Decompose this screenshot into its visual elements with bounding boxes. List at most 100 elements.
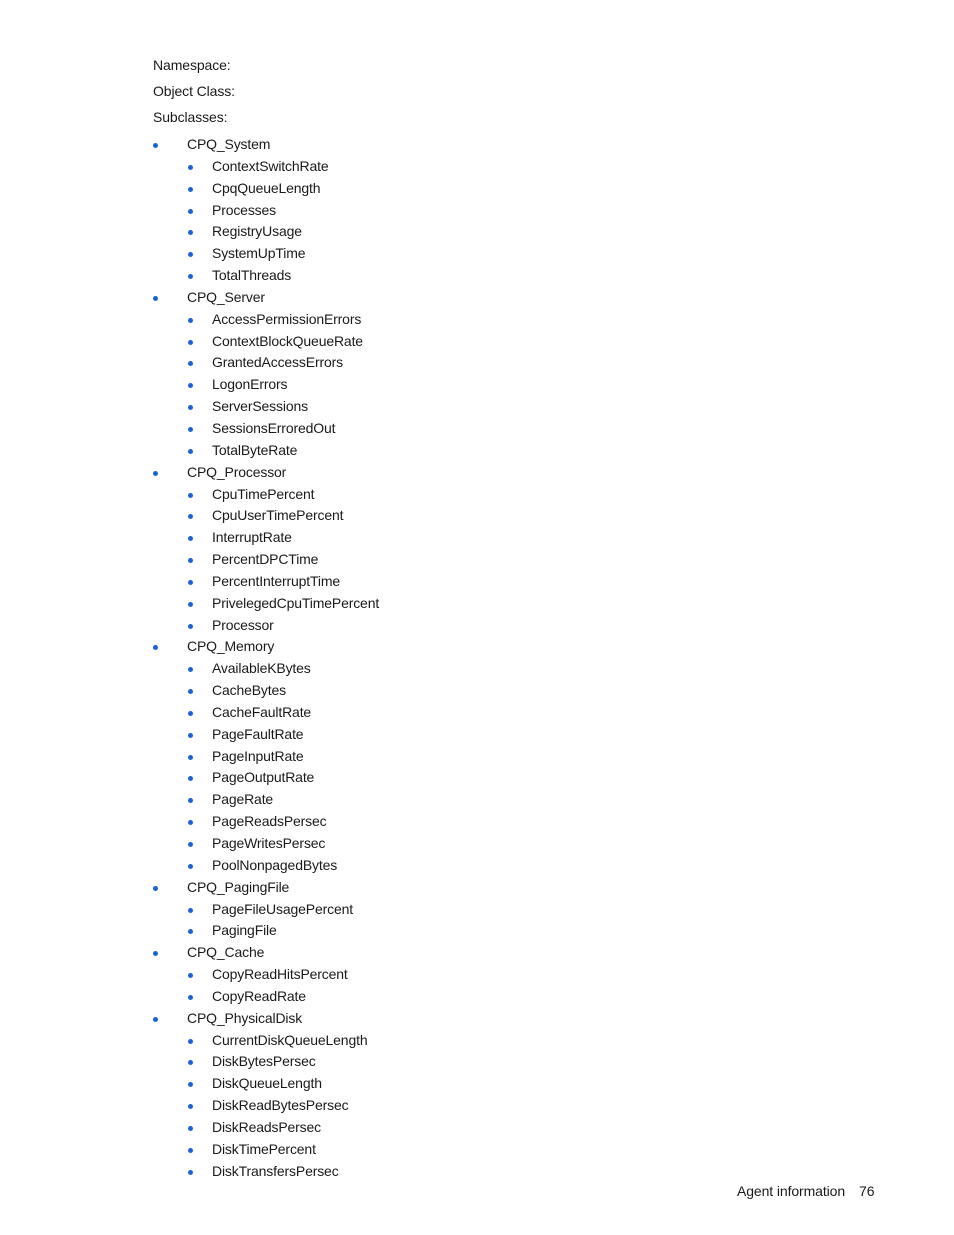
bullet-icon bbox=[188, 579, 193, 585]
bullet-icon bbox=[153, 1016, 158, 1022]
subclass-row: CPQ_Processor bbox=[0, 462, 954, 484]
bullet-icon bbox=[188, 186, 193, 192]
property-item: PoolNonpagedBytes bbox=[0, 855, 954, 877]
property-name: ServerSessions bbox=[212, 398, 308, 415]
property-item: CpuUserTimePercent bbox=[0, 505, 954, 527]
document-page: Namespace: Object Class: Subclasses: CPQ… bbox=[0, 0, 954, 1235]
property-item: SystemUpTime bbox=[0, 243, 954, 265]
property-item: PageInputRate bbox=[0, 746, 954, 768]
bullet-icon bbox=[153, 470, 158, 476]
property-item: Processes bbox=[0, 200, 954, 222]
property-list: ContextSwitchRate CpqQueueLength Processes… bbox=[0, 156, 954, 287]
property-name: DiskQueueLength bbox=[212, 1075, 322, 1092]
property-item: DiskTransfersPersec bbox=[0, 1161, 954, 1183]
bullet-icon bbox=[188, 601, 193, 607]
property-list: PageFileUsagePercent PagingFile bbox=[0, 899, 954, 943]
bullet-icon bbox=[188, 317, 193, 323]
property-item: SessionsErroredOut bbox=[0, 418, 954, 440]
subclass-name: CPQ_PagingFile bbox=[187, 878, 290, 895]
namespace-label: Namespace: bbox=[153, 57, 231, 73]
property-list: CopyReadHitsPercent CopyReadRate bbox=[0, 964, 954, 1008]
bullet-icon bbox=[188, 361, 193, 367]
subclass-name: CPQ_PhysicalDisk bbox=[187, 1009, 303, 1026]
property-name: CopyReadHitsPercent bbox=[212, 966, 348, 983]
property-name: ContextSwitchRate bbox=[212, 157, 329, 174]
property-item: GrantedAccessErrors bbox=[0, 352, 954, 374]
property-name: PageFaultRate bbox=[212, 725, 304, 742]
property-name: CpuTimePercent bbox=[212, 485, 315, 502]
bullet-icon bbox=[188, 689, 193, 695]
property-item: ServerSessions bbox=[0, 396, 954, 418]
bullet-icon bbox=[153, 143, 158, 148]
subclass-item: CPQ_PhysicalDisk CurrentDiskQueueLength Di… bbox=[0, 1008, 954, 1183]
bullet-icon bbox=[188, 1082, 193, 1088]
property-item: AccessPermissionErrors bbox=[0, 309, 954, 331]
property-name: PoolNonpagedBytes bbox=[212, 856, 338, 873]
bullet-icon bbox=[188, 863, 193, 869]
page-footer: Agent information 76 bbox=[737, 1182, 875, 1200]
property-name: SystemUpTime bbox=[212, 245, 306, 262]
property-name: CpqQueueLength bbox=[212, 179, 321, 196]
property-item: PrivelegedCpuTimePercent bbox=[0, 593, 954, 615]
property-item: AvailableKBytes bbox=[0, 658, 954, 680]
subclass-row: CPQ_Cache bbox=[0, 942, 954, 964]
bullet-icon bbox=[188, 1104, 193, 1110]
bullet-icon bbox=[153, 295, 158, 301]
bullet-icon bbox=[188, 820, 193, 826]
bullet-icon bbox=[188, 623, 193, 629]
property-item: CpqQueueLength bbox=[0, 178, 954, 200]
subclass-item: CPQ_PagingFile PageFileUsagePercent Paging… bbox=[0, 877, 954, 943]
bullet-icon bbox=[188, 1125, 193, 1131]
property-name: PageReadsPersec bbox=[212, 813, 327, 830]
property-item: PercentDPCTime bbox=[0, 549, 954, 571]
property-name: DiskTimePercent bbox=[212, 1140, 316, 1157]
bullet-icon bbox=[188, 1147, 193, 1153]
property-item: DiskReadBytesPersec bbox=[0, 1095, 954, 1117]
property-name: PageRate bbox=[212, 791, 274, 808]
property-name: PageOutputRate bbox=[212, 769, 315, 786]
bullet-icon bbox=[188, 536, 193, 542]
property-name: LogonErrors bbox=[212, 376, 288, 393]
bullet-icon bbox=[188, 667, 193, 673]
property-name: CacheFaultRate bbox=[212, 703, 312, 720]
property-name: PageFileUsagePercent bbox=[212, 900, 353, 917]
property-name: PageInputRate bbox=[212, 747, 304, 764]
property-item: PercentInterruptTime bbox=[0, 571, 954, 593]
subclass-item: CPQ_Cache CopyReadHitsPercent CopyReadRate bbox=[0, 942, 954, 1008]
property-name: Processor bbox=[212, 616, 274, 633]
property-item: CopyReadRate bbox=[0, 986, 954, 1008]
property-name: PercentInterruptTime bbox=[212, 572, 340, 589]
property-list: CpuTimePercent CpuUserTimePercent Interrup… bbox=[0, 484, 954, 637]
subclass-item: CPQ_Server AccessPermissionErrors ContextB… bbox=[0, 287, 954, 462]
page-number: 76 bbox=[859, 1183, 875, 1199]
bullet-icon bbox=[188, 929, 193, 935]
property-list: AvailableKBytes CacheBytes CacheFaultRate P… bbox=[0, 658, 954, 876]
bullet-icon bbox=[188, 994, 193, 1000]
subclass-name: CPQ_System bbox=[187, 136, 271, 152]
bullet-icon bbox=[188, 1038, 193, 1044]
bullet-icon bbox=[188, 230, 193, 236]
bullet-icon bbox=[188, 907, 193, 913]
subclass-name: CPQ_Server bbox=[187, 288, 265, 305]
subclass-item: CPQ_Processor CpuTimePercent CpuUserTimePe… bbox=[0, 462, 954, 637]
bullet-icon bbox=[188, 1060, 193, 1066]
property-item: DiskQueueLength bbox=[0, 1073, 954, 1095]
subclass-row: CPQ_PhysicalDisk bbox=[0, 1008, 954, 1030]
bullet-icon bbox=[188, 383, 193, 389]
bullet-icon bbox=[188, 842, 193, 847]
subclass-name: CPQ_Cache bbox=[187, 944, 265, 961]
property-name: CurrentDiskQueueLength bbox=[212, 1031, 368, 1048]
bullet-icon bbox=[188, 208, 193, 214]
property-item: CacheBytes bbox=[0, 680, 954, 702]
bullet-icon bbox=[188, 274, 193, 280]
bullet-icon bbox=[188, 164, 193, 170]
bullet-icon bbox=[188, 732, 193, 738]
bullet-icon bbox=[188, 776, 193, 782]
property-item: PagingFile bbox=[0, 920, 954, 942]
property-name: RegistryUsage bbox=[212, 223, 302, 240]
property-item: ContextSwitchRate bbox=[0, 156, 954, 178]
property-name: Processes bbox=[212, 201, 277, 218]
property-item: Processor bbox=[0, 615, 954, 637]
bullet-icon bbox=[153, 645, 158, 651]
bullet-icon bbox=[188, 339, 193, 345]
